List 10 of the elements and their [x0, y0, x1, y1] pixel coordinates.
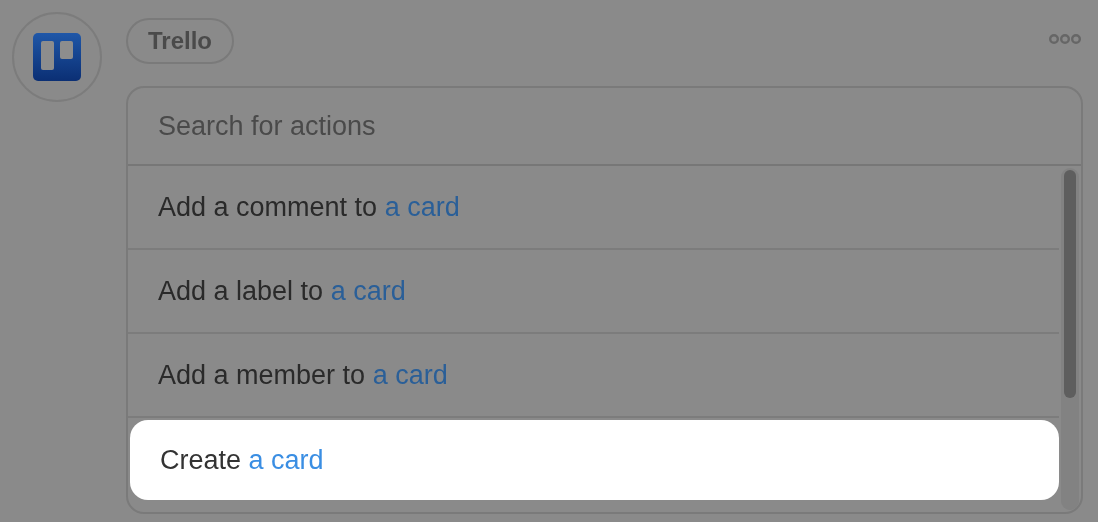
action-item[interactable]: Add a comment to a card: [128, 166, 1059, 250]
app-name-tag: Trello: [126, 18, 235, 64]
action-item[interactable]: Add a member to a card: [128, 334, 1059, 418]
search-field[interactable]: Search for actions: [128, 88, 1081, 166]
action-item[interactable]: Add a label to a card: [128, 250, 1059, 334]
more-icon[interactable]: [1049, 34, 1081, 44]
scrollbar[interactable]: [1061, 168, 1079, 510]
board-logo-icon: [33, 33, 81, 81]
card-link[interactable]: a card: [248, 444, 324, 475]
action-item[interactable]: Create a card: [130, 420, 1059, 500]
